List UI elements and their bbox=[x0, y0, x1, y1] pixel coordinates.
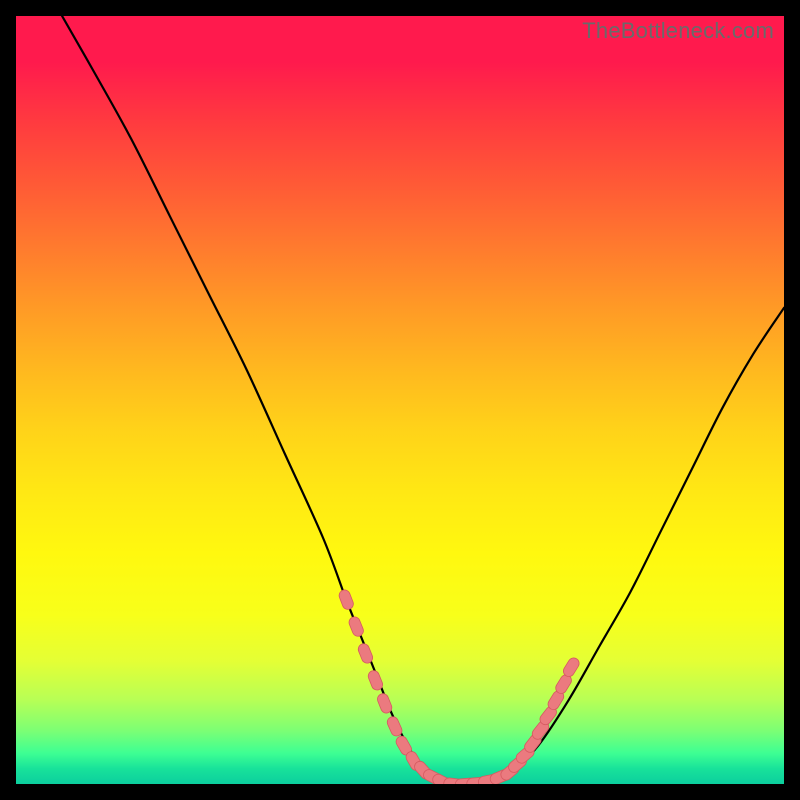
chart-frame: TheBottleneck.com bbox=[16, 16, 784, 784]
curve-marker bbox=[367, 669, 385, 692]
plot-area bbox=[16, 16, 784, 784]
curve-marker bbox=[347, 615, 365, 638]
chart-svg bbox=[16, 16, 784, 784]
watermark-text: TheBottleneck.com bbox=[582, 18, 774, 44]
curve-marker bbox=[357, 642, 375, 665]
curve-marker-group bbox=[338, 588, 582, 784]
bottleneck-curve-path bbox=[62, 16, 784, 784]
curve-marker bbox=[338, 588, 355, 611]
curve-marker bbox=[376, 692, 394, 715]
